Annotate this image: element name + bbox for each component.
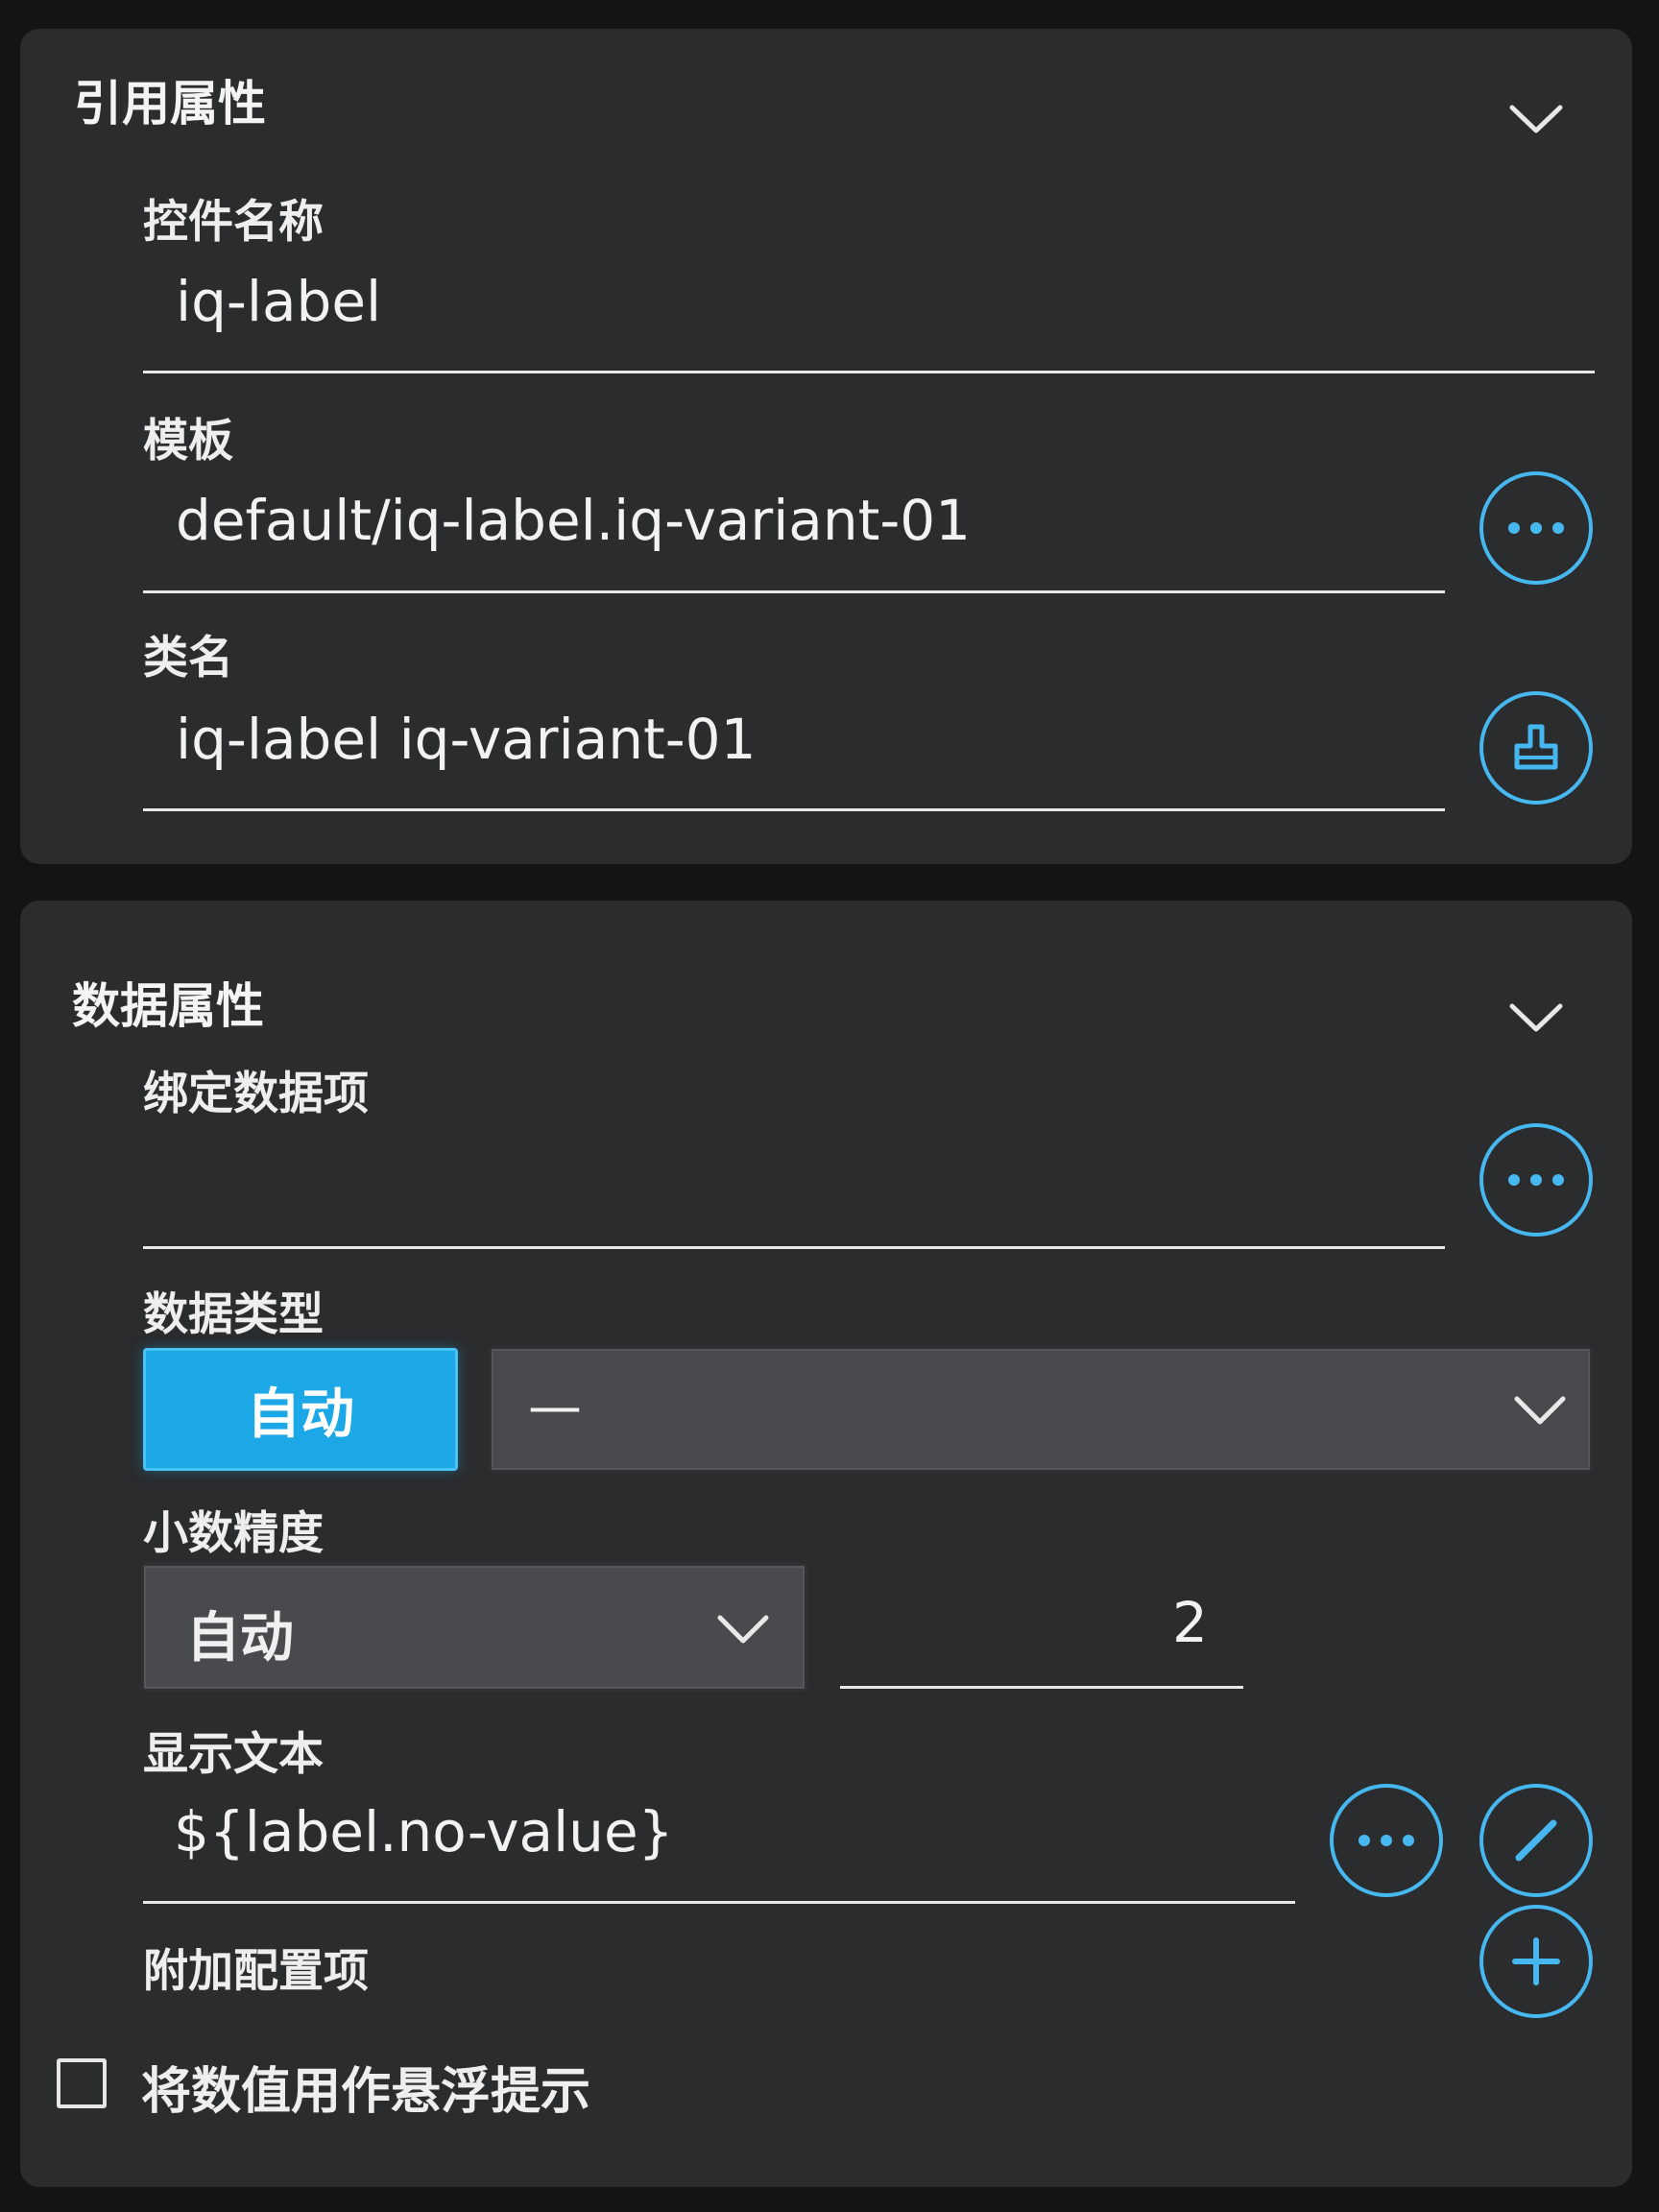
tooltip-checkbox-label[interactable]: 将数值用作悬浮提示 bbox=[141, 2051, 590, 2123]
data-type-label: 数据类型 bbox=[143, 1288, 324, 1341]
more-horizontal-icon bbox=[1508, 1174, 1564, 1186]
class-name-input[interactable]: iq-label iq-variant-01 bbox=[176, 707, 756, 772]
collapse-reference-chevron-icon[interactable] bbox=[1503, 86, 1570, 154]
display-text-input[interactable]: ${label.no-value} bbox=[174, 1799, 674, 1864]
chevron-down-icon bbox=[717, 1615, 769, 1644]
extra-config-label: 附加配置项 bbox=[143, 1945, 369, 1998]
class-name-label: 类名 bbox=[143, 632, 233, 685]
display-text-label: 显示文本 bbox=[143, 1728, 324, 1781]
collapse-data-chevron-icon[interactable] bbox=[1503, 985, 1570, 1052]
class-name-stamp-button[interactable] bbox=[1479, 691, 1593, 805]
decimal-precision-mode-value: 自动 bbox=[186, 1607, 294, 1670]
class-name-underline bbox=[143, 808, 1445, 811]
decimal-precision-input[interactable]: 2 bbox=[1172, 1590, 1208, 1655]
bind-item-input[interactable] bbox=[176, 1141, 1405, 1208]
stamp-icon bbox=[1514, 724, 1558, 770]
template-label: 模板 bbox=[143, 415, 233, 468]
template-more-button[interactable] bbox=[1479, 471, 1593, 585]
template-underline bbox=[143, 590, 1445, 593]
decimal-precision-underline bbox=[840, 1686, 1243, 1689]
data-type-auto-button[interactable]: 自动 bbox=[143, 1348, 458, 1471]
plus-icon bbox=[1512, 1937, 1560, 1985]
more-horizontal-icon bbox=[1358, 1835, 1414, 1846]
data-type-select[interactable]: — bbox=[489, 1346, 1593, 1473]
more-horizontal-icon bbox=[1508, 522, 1564, 534]
pencil-icon bbox=[1515, 1819, 1557, 1862]
reference-properties-panel: 引用属性 控件名称 iq-label 模板 default/iq-label.i… bbox=[20, 29, 1632, 864]
data-type-selected-value: — bbox=[528, 1376, 582, 1438]
bind-item-more-button[interactable] bbox=[1479, 1123, 1593, 1237]
decimal-precision-mode-select[interactable]: 自动 bbox=[141, 1563, 807, 1692]
control-name-input[interactable]: iq-label bbox=[176, 269, 381, 334]
display-text-underline bbox=[143, 1901, 1295, 1904]
display-text-edit-button[interactable] bbox=[1479, 1784, 1593, 1897]
display-text-more-button[interactable] bbox=[1330, 1784, 1443, 1897]
section-title-reference: 引用属性 bbox=[74, 76, 266, 132]
bind-item-underline bbox=[143, 1246, 1445, 1249]
decimal-precision-label: 小数精度 bbox=[143, 1507, 324, 1560]
template-input[interactable]: default/iq-label.iq-variant-01 bbox=[176, 488, 971, 553]
control-name-underline bbox=[143, 371, 1595, 373]
extra-config-add-button[interactable] bbox=[1479, 1905, 1593, 2018]
tooltip-checkbox[interactable] bbox=[57, 2058, 107, 2108]
bind-item-label: 绑定数据项 bbox=[143, 1068, 369, 1120]
chevron-down-icon bbox=[1514, 1396, 1566, 1425]
section-title-data: 数据属性 bbox=[72, 978, 264, 1034]
control-name-label: 控件名称 bbox=[143, 196, 324, 249]
data-properties-panel: 数据属性 绑定数据项 数据类型 自动 — 小数精度 自动 2 显示文本 ${la… bbox=[20, 901, 1632, 2187]
